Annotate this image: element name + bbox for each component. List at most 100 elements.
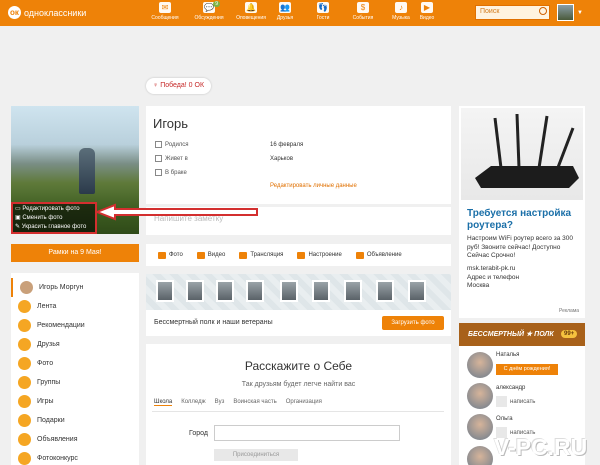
- action-photo[interactable]: Фото: [158, 251, 183, 259]
- person-figure: [79, 148, 95, 194]
- friends-icon: [18, 338, 31, 351]
- victory-ok-button[interactable]: ♀ Победа! 0 ОК: [146, 78, 212, 94]
- user-avatar[interactable]: [557, 4, 574, 21]
- info-born: Родился: [155, 141, 189, 148]
- action-mood[interactable]: Настроение: [297, 251, 342, 259]
- tab-school[interactable]: Школа: [154, 399, 173, 406]
- ad-link[interactable]: msk.terabit-pk.ru Адрес и телефон Москва: [467, 265, 585, 291]
- action-video[interactable]: Видео: [196, 251, 225, 259]
- nav-games[interactable]: Игры: [11, 392, 139, 411]
- nav-gifts[interactable]: Подарки: [11, 411, 139, 430]
- upload-photo-button[interactable]: Загрузить фото: [382, 316, 444, 330]
- friends-icon: 👥: [279, 2, 291, 13]
- search-icon[interactable]: [539, 7, 547, 15]
- stream-icon: [239, 251, 248, 259]
- nav-messages[interactable]: ✉ Сообщения: [144, 2, 186, 26]
- city-input[interactable]: [214, 425, 400, 441]
- nav-feed[interactable]: Лента: [11, 297, 139, 316]
- nav-events[interactable]: $ События: [342, 2, 384, 26]
- site-logo[interactable]: ок одноклассники: [8, 6, 86, 19]
- feed-icon: [18, 300, 31, 313]
- ad-url[interactable]: msk.terabit-pk.ru: [467, 265, 585, 274]
- rings-icon: [155, 169, 162, 176]
- events-icon: $: [357, 2, 369, 13]
- tab-organization[interactable]: Организация: [286, 399, 322, 406]
- tab-university[interactable]: Вуз: [215, 399, 225, 406]
- home-icon: [155, 155, 162, 162]
- nav-friends-side[interactable]: Друзья: [11, 335, 139, 354]
- nav-photo-contest[interactable]: Фотоконкурс: [11, 449, 139, 465]
- discussions-badge: 9: [213, 1, 220, 7]
- avatar[interactable]: [467, 383, 493, 409]
- calendar-icon: [155, 141, 162, 148]
- info-lives: Живет в: [155, 155, 188, 162]
- logo-text: одноклассники: [24, 7, 87, 18]
- about-title: Расскажите о Себе: [244, 359, 353, 373]
- frames-button[interactable]: Рамки на 9 Мая!: [11, 244, 139, 262]
- profile-card: [146, 106, 451, 204]
- edit-personal-data-link[interactable]: Редактировать личные данные: [270, 183, 357, 189]
- info-married: В браке: [155, 169, 187, 176]
- avatar[interactable]: [467, 414, 493, 440]
- video-icon: [196, 251, 205, 259]
- banner-photo: [408, 280, 426, 302]
- avatar[interactable]: [467, 446, 493, 465]
- mail-icon: [496, 396, 507, 407]
- action-ad[interactable]: Объявление: [355, 251, 402, 259]
- ad-icon: [355, 251, 364, 259]
- friend-name[interactable]: Ольга: [496, 416, 513, 422]
- profile-name: Игорь: [153, 116, 189, 131]
- banner-photo: [344, 280, 362, 302]
- friend-name[interactable]: александр: [496, 385, 525, 391]
- chevron-down-icon[interactable]: ▼: [577, 10, 583, 16]
- nav-label: Обсуждения: [194, 15, 224, 21]
- edit-photo-link[interactable]: ▭ Редактировать фото: [15, 205, 93, 214]
- banner-photo: [186, 280, 204, 302]
- ad-city: Москва: [467, 282, 490, 289]
- birthday-greet-button[interactable]: С днём рождения!: [496, 364, 558, 375]
- ad-contacts[interactable]: Адрес и телефон: [467, 274, 585, 283]
- banner-photo: [216, 280, 234, 302]
- banner-photo: [312, 280, 330, 302]
- nav-label: Видео: [419, 15, 435, 21]
- message-link[interactable]: написать: [496, 396, 535, 407]
- change-photo-link[interactable]: ▣ Сменить фото: [15, 214, 93, 223]
- nav-label: События: [352, 15, 374, 21]
- post-actions-bar: Фото Видео Трансляция Настроение Объявле…: [146, 244, 451, 266]
- recommend-icon: [18, 319, 31, 332]
- victory-label: Победа! 0 ОК: [160, 82, 205, 89]
- bell-icon: 🔔: [245, 2, 257, 13]
- action-stream[interactable]: Трансляция: [239, 251, 283, 259]
- red-arrow-icon: [95, 203, 258, 221]
- about-subtitle: Так друзьям будет легче найти вас: [241, 381, 356, 388]
- nav-classifieds[interactable]: Объявления: [11, 430, 139, 449]
- nav-friends[interactable]: 👥 Друзья: [264, 2, 306, 26]
- join-button[interactable]: Присоединиться: [214, 449, 298, 461]
- nav-groups[interactable]: Группы: [11, 373, 139, 392]
- nav-recommendations[interactable]: Рекомендации: [11, 316, 139, 335]
- decorate-photo-link[interactable]: ✎ Украсить главное фото: [15, 223, 93, 232]
- banner-photo: [246, 280, 264, 302]
- envelope-icon: ✉: [159, 2, 171, 13]
- divider: [152, 411, 444, 412]
- about-tabs: Школа Колледж Вуз Воинская часть Организ…: [154, 399, 322, 406]
- tab-military[interactable]: Воинская часть: [233, 399, 276, 406]
- router-image[interactable]: [461, 108, 583, 200]
- city-label: Город: [189, 430, 208, 437]
- tab-college[interactable]: Колледж: [181, 399, 205, 406]
- nav-discussions[interactable]: 💬 9 Обсуждения: [188, 1, 230, 26]
- nav-photos[interactable]: Фото: [11, 354, 139, 373]
- groups-icon: [18, 376, 31, 389]
- banner-photo: [376, 280, 394, 302]
- gift-icon: [18, 414, 31, 427]
- nav-guests[interactable]: 👣 Гости: [302, 2, 344, 26]
- nav-label: Сообщения: [151, 15, 179, 21]
- contest-icon: [18, 452, 31, 465]
- ribbon-icon: ♀: [153, 82, 159, 89]
- friend-name[interactable]: Наталья: [496, 352, 519, 358]
- nav-profile[interactable]: Игорь Моргун: [11, 278, 139, 297]
- avatar[interactable]: [467, 352, 493, 378]
- footprints-icon: 👣: [317, 2, 329, 13]
- ad-title[interactable]: Требуется настройка роутера?: [467, 208, 582, 232]
- nav-video[interactable]: ▶ Видео: [406, 2, 448, 26]
